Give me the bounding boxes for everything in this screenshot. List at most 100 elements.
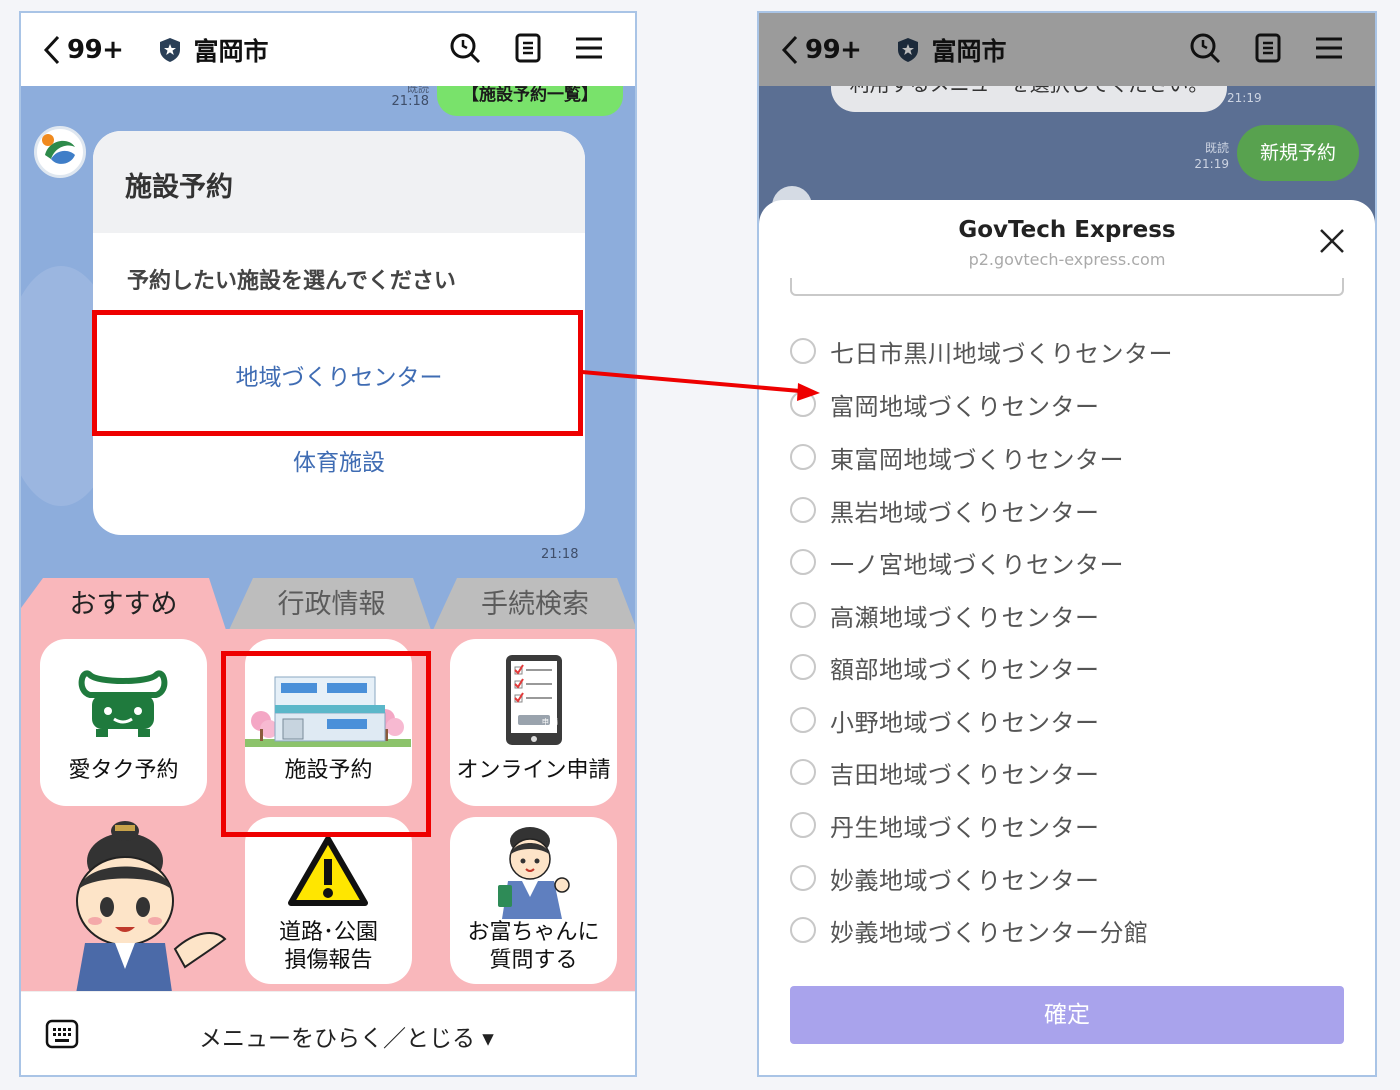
radio-option[interactable]: 小野地域づくりセンター xyxy=(790,705,1100,737)
chat-title: 富岡市 xyxy=(193,36,269,66)
city-logo-icon xyxy=(40,132,80,172)
radio-button[interactable] xyxy=(790,444,816,470)
radio-option-label: 一ノ宮地域づくりセンター xyxy=(830,550,1124,579)
card-subtitle: 予約したい施設を選んでください xyxy=(127,269,456,294)
close-icon[interactable] xyxy=(1319,228,1345,258)
menu-toggle-button[interactable]: メニューをひらく／とじる ▾ xyxy=(199,1019,494,1053)
search-icon[interactable] xyxy=(449,32,481,68)
tab-recommended[interactable]: おすすめ xyxy=(21,578,226,630)
radio-option[interactable]: 丹生地域づくりセンター xyxy=(790,810,1100,842)
radio-option-label: 七日市黒川地域づくりセンター xyxy=(830,339,1173,368)
comparison-page: 【施設予約一覧】 既読 21:18 施設予約 予約したい施設を選んでください 地… xyxy=(0,0,1400,1090)
radio-option[interactable]: 吉田地域づくりセンター xyxy=(790,757,1100,789)
radio-option-label: 妙義地域づくりセンター xyxy=(830,866,1100,895)
sent-time: 21:19 xyxy=(1194,157,1229,171)
search-icon[interactable] xyxy=(1189,32,1221,68)
tile-otomi-label-1: お富ちゃんに xyxy=(467,920,600,945)
tile-road-label-1: 道路･公園 xyxy=(278,920,378,945)
smartphone-form-icon xyxy=(506,655,562,745)
radio-option[interactable]: 東富岡地域づくりセンター xyxy=(790,442,1124,474)
radio-option[interactable]: 妙義地域づくりセンター分館 xyxy=(790,915,1149,947)
header-actions xyxy=(449,32,603,68)
option-sports-facility[interactable]: 体育施設 xyxy=(93,443,585,477)
unread-count: 99+ xyxy=(805,34,862,65)
radio-button[interactable] xyxy=(790,338,816,364)
rich-menu-tabs: おすすめ 行政情報 手続検索 xyxy=(21,578,635,630)
radio-option-label: 吉田地域づくりセンター xyxy=(830,760,1100,789)
radio-button[interactable] xyxy=(790,549,816,575)
radio-option-label: 小野地域づくりセンター xyxy=(830,708,1100,737)
menu-icon[interactable] xyxy=(1315,36,1343,64)
chat-name: 富岡市 xyxy=(897,32,1006,68)
sheet-title: GovTech Express xyxy=(958,217,1176,243)
chevron-left-icon xyxy=(43,35,60,64)
tile-road-damage-report[interactable]: 道路･公園 損傷報告 xyxy=(245,817,412,984)
sent-new-reservation-bubble: 新規予約 xyxy=(1237,125,1359,181)
shield-icon xyxy=(898,37,919,62)
back-button[interactable]: 99+ xyxy=(43,34,124,65)
notes-icon[interactable] xyxy=(1255,33,1281,67)
mascot-phone-illustration xyxy=(498,827,570,919)
bot-avatar[interactable] xyxy=(34,126,86,178)
unread-count: 99+ xyxy=(67,34,124,65)
card-title: 施設予約 xyxy=(125,172,233,203)
radio-option-label: 妙義地域づくりセンター分館 xyxy=(830,918,1149,947)
tile-online-application[interactable]: 申 請 オンライン申請 xyxy=(450,639,617,806)
card-time: 21:18 xyxy=(541,547,579,562)
radio-button[interactable] xyxy=(790,812,816,838)
radio-option[interactable]: 高瀬地域づくりセンター xyxy=(790,600,1100,632)
tile-aitaku-reservation[interactable]: 愛タク予約 xyxy=(40,639,207,806)
highlight-facility-tile xyxy=(221,651,431,837)
bot-message-time: 21:19 xyxy=(1227,91,1262,105)
bottom-bar: メニューをひらく／とじる ▾ xyxy=(21,991,635,1075)
input-field-edge[interactable] xyxy=(790,278,1344,296)
header-actions xyxy=(1189,32,1343,68)
radio-option-label: 富岡地域づくりセンター xyxy=(830,392,1100,421)
mascot-otomi-illustration xyxy=(75,821,227,999)
tile-ask-otomi[interactable]: お富ちゃんに 質問する xyxy=(450,817,617,984)
confirm-button[interactable]: 確定 xyxy=(790,986,1344,1044)
radio-button[interactable] xyxy=(790,391,816,417)
radio-button[interactable] xyxy=(790,865,816,891)
tab-admin-info[interactable]: 行政情報 xyxy=(229,578,434,630)
radio-button[interactable] xyxy=(790,602,816,628)
chat-header: 99+ 富岡市 xyxy=(21,13,635,86)
radio-option-label: 黒岩地域づくりセンター xyxy=(830,498,1100,527)
chat-name: 富岡市 xyxy=(159,32,268,68)
left-phone-screen: 【施設予約一覧】 既読 21:18 施設予約 予約したい施設を選んでください 地… xyxy=(19,11,637,1077)
radio-option[interactable]: 黒岩地域づくりセンター xyxy=(790,495,1100,527)
notes-icon[interactable] xyxy=(515,33,541,67)
menu-icon[interactable] xyxy=(575,36,603,64)
keyboard-icon[interactable] xyxy=(45,1019,79,1053)
radio-button[interactable] xyxy=(790,759,816,785)
radio-option-label: 額部地域づくりセンター xyxy=(830,655,1100,684)
radio-button[interactable] xyxy=(790,917,816,943)
radio-option[interactable]: 七日市黒川地域づくりセンター xyxy=(790,336,1173,368)
right-phone-screen: 利用するメニューを選択してください。 21:19 新規予約 既読 21:19 9… xyxy=(757,11,1377,1077)
radio-button[interactable] xyxy=(790,497,816,523)
radio-button[interactable] xyxy=(790,654,816,680)
radio-option[interactable]: 額部地域づくりセンター xyxy=(790,652,1100,684)
chat-header-dimmed: 99+ 富岡市 xyxy=(759,13,1375,86)
sent-message-bubble[interactable]: 【施設予約一覧】 xyxy=(437,82,623,116)
radio-button[interactable] xyxy=(790,707,816,733)
sent-read-label: 既読 xyxy=(1204,141,1229,155)
tile-online-label: オンライン申請 xyxy=(456,758,611,783)
radio-option[interactable]: 一ノ宮地域づくりセンター xyxy=(790,547,1124,579)
radio-option[interactable]: 妙義地域づくりセンター xyxy=(790,863,1100,895)
chat-title: 富岡市 xyxy=(931,36,1007,66)
warning-icon xyxy=(288,836,368,906)
dimmed-chat-area: 利用するメニューを選択してください。 21:19 新規予約 既読 21:19 xyxy=(759,74,1375,226)
sheet-url: p2.govtech-express.com xyxy=(968,250,1166,269)
tab-procedure-search[interactable]: 手続検索 xyxy=(433,578,635,630)
car-icon xyxy=(78,670,168,737)
liff-bottom-sheet: GovTech Express p2.govtech-express.com 七… xyxy=(759,200,1375,1075)
radio-option-label: 高瀬地域づくりセンター xyxy=(830,603,1100,632)
sent-read-receipt: 既読 21:19 xyxy=(1179,140,1229,172)
back-button[interactable]: 99+ xyxy=(781,34,862,65)
radio-option[interactable]: 富岡地域づくりセンター xyxy=(790,389,1100,421)
radio-option-label: 丹生地域づくりセンター xyxy=(830,813,1100,842)
highlight-community-center xyxy=(92,310,583,436)
message-time: 21:18 xyxy=(391,94,429,109)
tile-road-label-2: 損傷報告 xyxy=(284,948,373,973)
